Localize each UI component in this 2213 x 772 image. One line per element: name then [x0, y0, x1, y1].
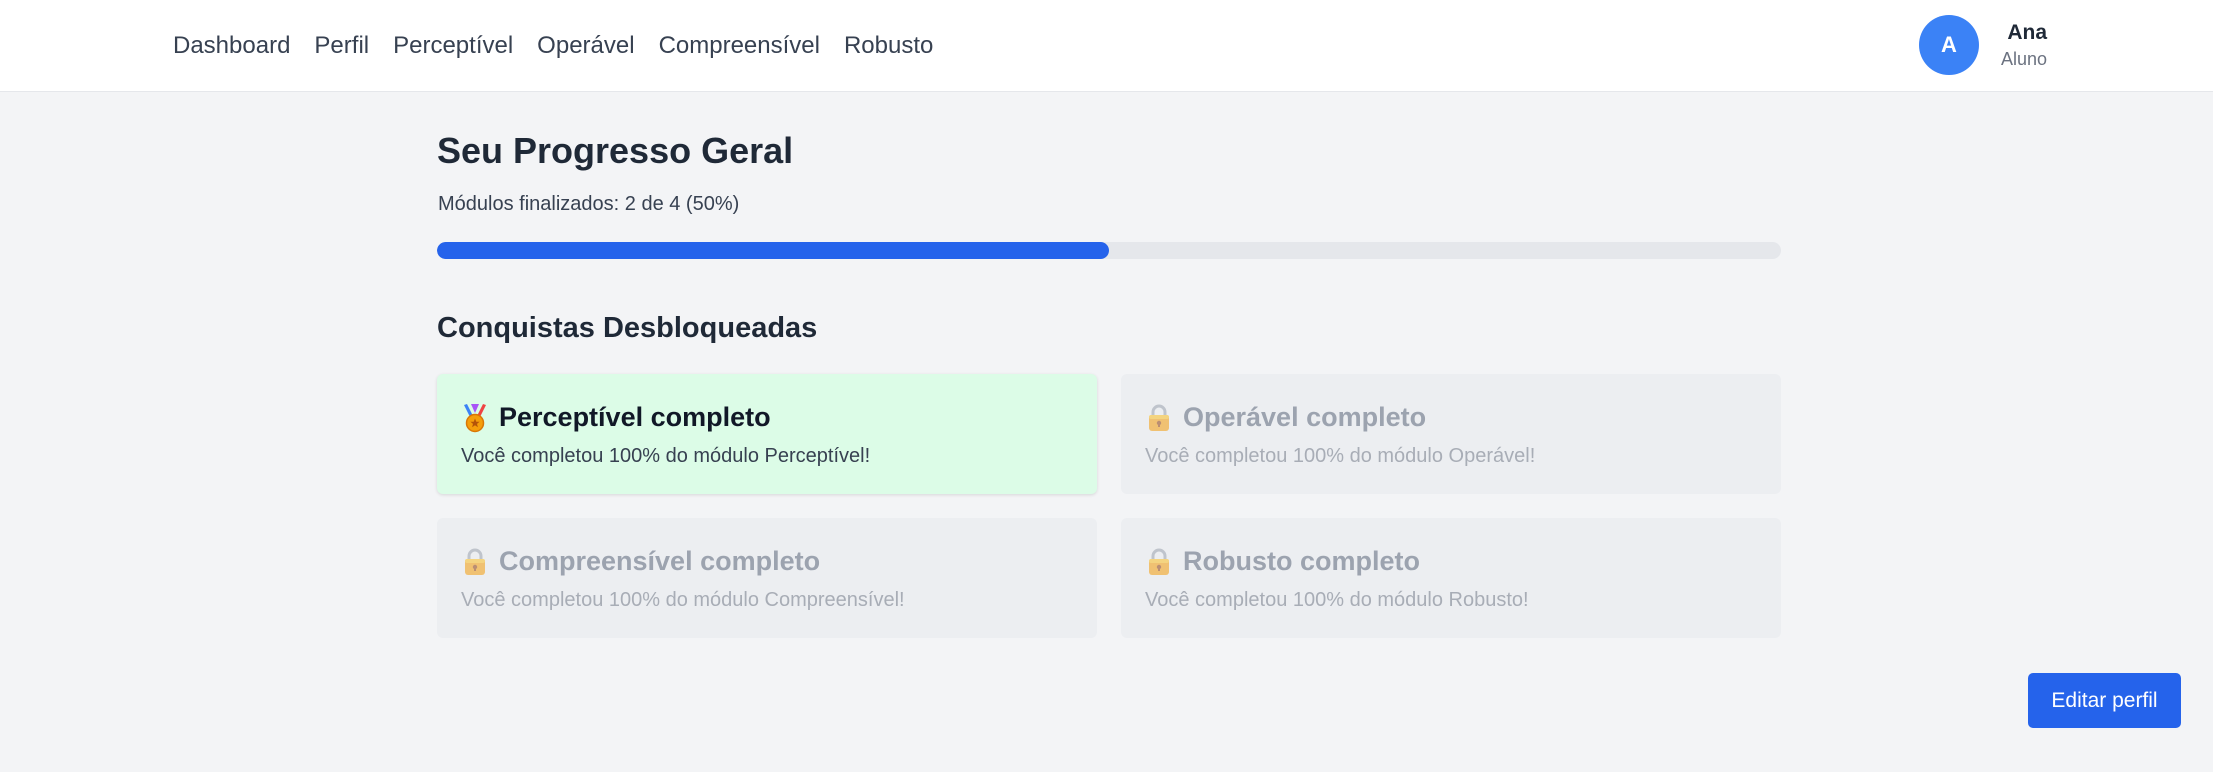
achievement-description: Você completou 100% do módulo Robusto! [1145, 589, 1529, 611]
achievement-card: Operável completo Você completou 100% do… [1121, 374, 1781, 494]
achievement-title: Operável completo [1183, 402, 1427, 432]
nav-link-dashboard[interactable]: Dashboard [173, 34, 290, 58]
user-name: Ana [2007, 20, 2048, 44]
main-nav: Dashboard Perfil Perceptível Operável Co… [173, 0, 933, 92]
edit-profile-button[interactable]: Editar perfil [2028, 673, 2181, 728]
progress-bar-fill [437, 242, 1109, 259]
medal-icon [461, 403, 489, 433]
achievements-grid: Perceptível completo Você completou 100%… [437, 374, 1781, 638]
user-info: Ana Aluno [2001, 21, 2047, 70]
avatar[interactable]: A [1919, 15, 1979, 75]
user-role: Aluno [2001, 48, 2048, 69]
achievement-card: Perceptível completo Você completou 100%… [437, 374, 1097, 494]
top-navbar: Dashboard Perfil Perceptível Operável Co… [0, 0, 2213, 92]
lock-icon [1145, 403, 1173, 433]
page-title: Seu Progresso Geral [437, 130, 794, 171]
progress-summary: Módulos finalizados: 2 de 4 (50%) [438, 193, 740, 215]
achievement-card: Robusto completo Você completou 100% do … [1121, 518, 1781, 638]
achievement-title: Perceptível completo [499, 402, 771, 432]
achievement-card: Compreensível completo Você completou 10… [437, 518, 1097, 638]
nav-link-perceptivel[interactable]: Perceptível [393, 34, 513, 58]
nav-link-operavel[interactable]: Operável [537, 34, 634, 58]
achievement-description: Você completou 100% do módulo Compreensí… [461, 589, 905, 611]
nav-link-perfil[interactable]: Perfil [314, 34, 369, 58]
nav-link-compreensivel[interactable]: Compreensível [659, 34, 820, 58]
lock-icon [461, 547, 489, 577]
user-menu[interactable]: A Ana Aluno [1919, 14, 2047, 76]
lock-icon [1145, 547, 1173, 577]
progress-bar [437, 242, 1781, 259]
achievement-title: Compreensível completo [499, 546, 821, 576]
nav-link-robusto[interactable]: Robusto [844, 34, 933, 58]
achievement-description: Você completou 100% do módulo Operável! [1145, 445, 1536, 467]
achievement-title: Robusto completo [1183, 546, 1420, 576]
achievement-description: Você completou 100% do módulo Perceptíve… [461, 445, 871, 467]
achievements-title: Conquistas Desbloqueadas [437, 312, 818, 344]
